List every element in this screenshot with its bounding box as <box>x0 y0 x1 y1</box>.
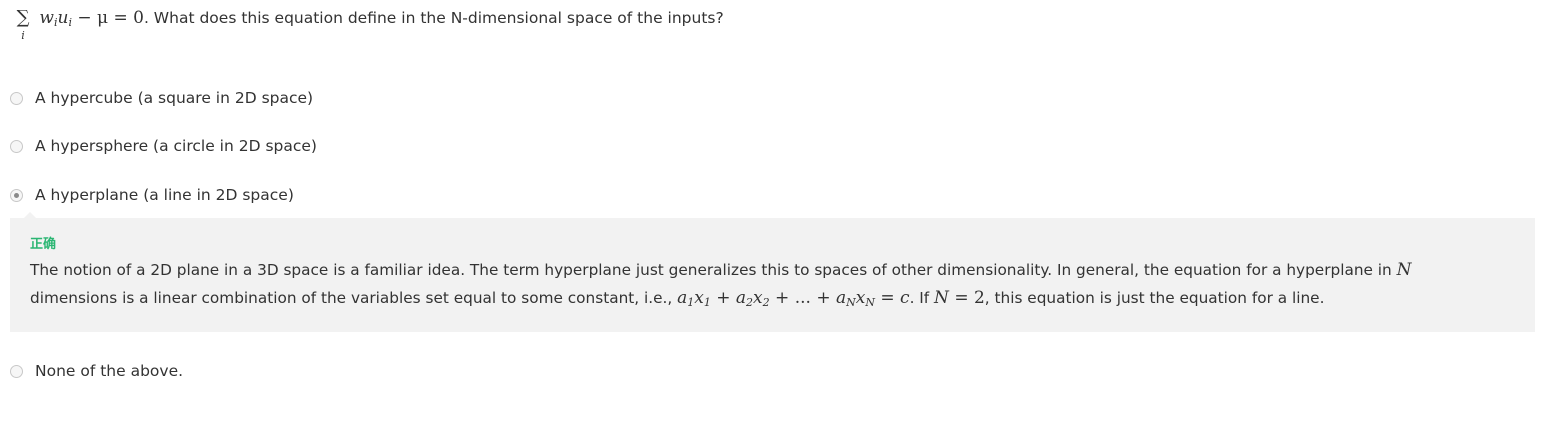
f-c: c <box>900 288 910 308</box>
f-an-sub: N <box>846 296 856 309</box>
feedback-status-correct: 正确 <box>30 237 57 252</box>
feedback-explanation: The notion of a 2D plane in a 3D space i… <box>30 256 1515 312</box>
radio-button-none[interactable] <box>10 364 23 378</box>
option-none[interactable]: None of the above. <box>10 360 183 382</box>
feedback-line2-text-a: dimensions is a linear combination of th… <box>30 289 678 307</box>
f-x1: x <box>694 288 704 308</box>
option-label-none: None of the above. <box>35 362 184 380</box>
question-prompt: ∑ i wiui − μ = 0. What does this equatio… <box>12 8 724 56</box>
f-a1: a <box>677 288 688 308</box>
feedback-line2-text-c: , this equation is just the equation for… <box>984 289 1325 307</box>
f-dots: ... <box>794 288 811 308</box>
sigma-glyph: ∑ <box>16 7 30 28</box>
question-text: . What does this equation define in the … <box>143 9 724 27</box>
feedback-n-equation: N = 2 <box>934 288 985 308</box>
f-a2: a <box>735 288 747 308</box>
radio-button-hypersphere[interactable] <box>10 139 23 153</box>
question-equation: wiui − μ = 0 <box>34 8 144 28</box>
answer-feedback: 正确 The notion of a 2D plane in a 3D spac… <box>10 212 1535 332</box>
f-xn: x <box>855 288 866 308</box>
feedback-line2-text-b: . If <box>909 289 935 307</box>
eq-rest: − μ = 0 <box>71 8 144 28</box>
f-an: a <box>835 288 847 308</box>
f-x2-sub: 2 <box>762 296 770 309</box>
f-eq: = <box>874 288 901 308</box>
option-label-hypersphere: A hypersphere (a circle in 2D space) <box>35 137 317 155</box>
f-a2-sub: 2 <box>746 296 754 309</box>
f-plus1: + <box>710 288 736 308</box>
f-n-eq: = 2 <box>948 288 985 308</box>
f-plus2: + <box>769 288 795 308</box>
feedback-math-n: N <box>1396 260 1412 280</box>
option-label-hypercube: A hypercube (a square in 2D space) <box>35 89 314 107</box>
f-xn-sub: N <box>865 296 875 309</box>
f-x2: x <box>753 288 763 308</box>
f-plus3: + <box>810 288 836 308</box>
eq-u: u <box>57 8 69 28</box>
radio-button-hypercube[interactable] <box>10 91 23 105</box>
radio-button-hyperplane[interactable] <box>10 188 23 202</box>
sum-symbol: ∑ i <box>12 7 34 42</box>
option-label-hyperplane: A hyperplane (a line in 2D space) <box>35 186 294 204</box>
f-x1-sub: 1 <box>703 296 711 309</box>
option-hypersphere[interactable]: A hypersphere (a circle in 2D space) <box>10 135 317 157</box>
eq-w: w <box>39 8 54 28</box>
f-n: N <box>934 288 949 308</box>
sigma-index: i <box>21 29 25 42</box>
option-hypercube[interactable]: A hypercube (a square in 2D space) <box>10 87 313 109</box>
option-hyperplane[interactable]: A hyperplane (a line in 2D space) <box>10 184 294 206</box>
feedback-formula: a1x1 + a2x2 + ... + aNxN = c <box>677 288 909 308</box>
feedback-line1-text: The notion of a 2D plane in a 3D space i… <box>30 261 1397 279</box>
